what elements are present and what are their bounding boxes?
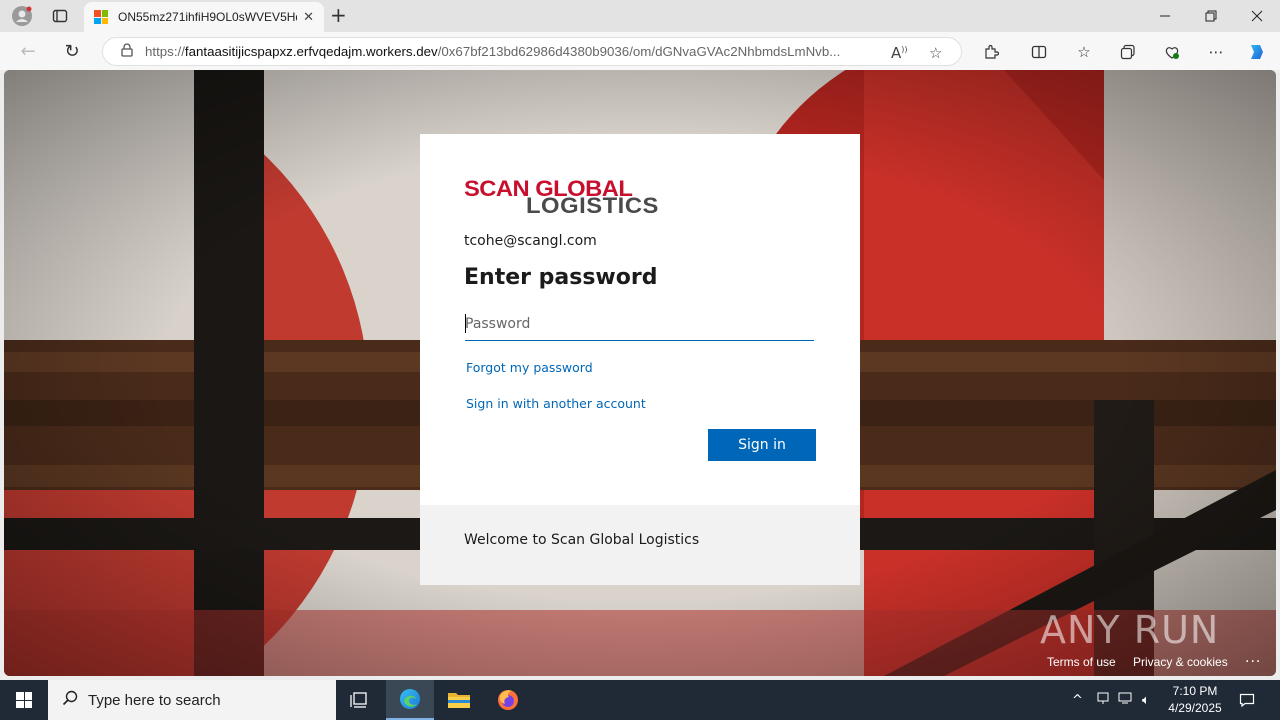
file-explorer-icon[interactable] xyxy=(435,680,483,720)
login-card-body: SCAN GLOBAL LOGISTICS tcohe@scangl.com E… xyxy=(420,134,860,505)
search-icon xyxy=(62,690,78,710)
extensions-icon[interactable] xyxy=(980,41,1002,63)
tab-close-icon[interactable]: ✕ xyxy=(303,10,314,25)
footer-more-icon[interactable]: ... xyxy=(1245,650,1261,666)
clock-date: 4/29/2025 xyxy=(1168,701,1222,715)
microsoft-favicon-icon xyxy=(94,10,108,24)
tab-actions-icon[interactable] xyxy=(48,4,72,28)
edge-taskbar-icon[interactable] xyxy=(386,680,434,720)
volume-icon[interactable]: 🔈︎ xyxy=(1142,693,1150,708)
restore-icon[interactable] xyxy=(1188,0,1234,32)
address-bar[interactable]: https://fantaasitijicspapxz.erfvqedajm.w… xyxy=(102,37,962,66)
taskbar-clock[interactable]: 7:10 PM 4/29/2025 xyxy=(1160,683,1230,717)
page-title: Enter password xyxy=(464,265,658,290)
forgot-password-link[interactable]: Forgot my password xyxy=(466,360,593,375)
url-scheme: https:// xyxy=(145,44,185,59)
sign-in-button[interactable]: Sign in xyxy=(708,429,816,461)
account-email: tcohe@scangl.com xyxy=(464,233,597,249)
tab-title: ON55mz271ihfiH9OL0sWVEV5Hq xyxy=(118,10,298,24)
url-host: fantaasitijicspapxz.erfvqedajm.workers.d… xyxy=(184,44,438,59)
task-view-icon[interactable] xyxy=(336,680,384,720)
collections-icon[interactable] xyxy=(1117,41,1139,63)
login-card: SCAN GLOBAL LOGISTICS tcohe@scangl.com E… xyxy=(420,134,860,585)
back-arrow-icon[interactable]: ← xyxy=(15,39,41,63)
split-screen-icon[interactable] xyxy=(1028,41,1050,63)
tray-chevron-icon[interactable]: ^ xyxy=(1072,693,1083,708)
close-window-icon[interactable] xyxy=(1234,0,1280,32)
windows-logo-icon xyxy=(16,692,32,708)
copilot-icon[interactable] xyxy=(1246,41,1268,63)
sign-in-another-account-link[interactable]: Sign in with another account xyxy=(466,396,646,411)
taskbar-search-box[interactable]: Type here to search xyxy=(48,680,336,720)
more-menu-icon[interactable]: ⋯ xyxy=(1205,41,1227,63)
network-icon[interactable] xyxy=(1118,691,1132,709)
profile-icon[interactable] xyxy=(10,4,34,28)
login-card-footer: Welcome to Scan Global Logistics xyxy=(420,505,860,585)
welcome-text: Welcome to Scan Global Logistics xyxy=(464,532,700,548)
notification-icon[interactable] xyxy=(1236,689,1258,711)
url-text[interactable]: https://fantaasitijicspapxz.erfvqedajm.w… xyxy=(145,44,880,59)
active-tab[interactable]: ON55mz271ihfiH9OL0sWVEV5Hq ✕ xyxy=(84,2,324,32)
network-drive-icon[interactable] xyxy=(1096,691,1110,709)
browser-toolbar: ← ↻ https://fantaasitijicspapxz.erfvqeda… xyxy=(0,32,1280,70)
lock-icon[interactable] xyxy=(121,42,133,61)
browser-essentials-icon[interactable] xyxy=(1161,41,1183,63)
windows-taskbar: Type here to search ^ 🔈︎ 7:10 PM 4/29/20… xyxy=(0,680,1280,720)
browser-tab-bar: ON55mz271ihfiH9OL0sWVEV5Hq ✕ + xyxy=(0,0,1280,32)
text-caret xyxy=(465,314,466,333)
clock-time: 7:10 PM xyxy=(1172,684,1218,698)
logo-line-2: LOGISTICS xyxy=(526,193,659,218)
terms-of-use-link[interactable]: Terms of use xyxy=(1047,655,1116,669)
refresh-icon[interactable]: ↻ xyxy=(59,39,85,63)
scan-global-logistics-logo: SCAN GLOBAL LOGISTICS xyxy=(464,178,664,218)
start-button[interactable] xyxy=(0,680,48,720)
url-path: /0x67bf213bd62986d4380b9036/om/dGNvaGVAc… xyxy=(437,44,841,59)
anyrun-watermark: ANY RUN xyxy=(1040,608,1220,652)
minimize-icon[interactable] xyxy=(1142,0,1188,32)
favorite-star-icon[interactable]: ☆ xyxy=(929,44,942,62)
read-aloud-icon[interactable]: A)) xyxy=(891,44,908,62)
privacy-cookies-link[interactable]: Privacy & cookies xyxy=(1133,655,1228,669)
search-placeholder: Type here to search xyxy=(88,691,221,709)
new-tab-icon[interactable]: + xyxy=(330,5,347,25)
page-viewport: SCAN GLOBAL LOGISTICS tcohe@scangl.com E… xyxy=(4,70,1276,676)
password-input[interactable] xyxy=(465,308,814,341)
firefox-icon[interactable] xyxy=(484,680,532,720)
favorites-icon[interactable]: ☆ xyxy=(1073,41,1095,63)
